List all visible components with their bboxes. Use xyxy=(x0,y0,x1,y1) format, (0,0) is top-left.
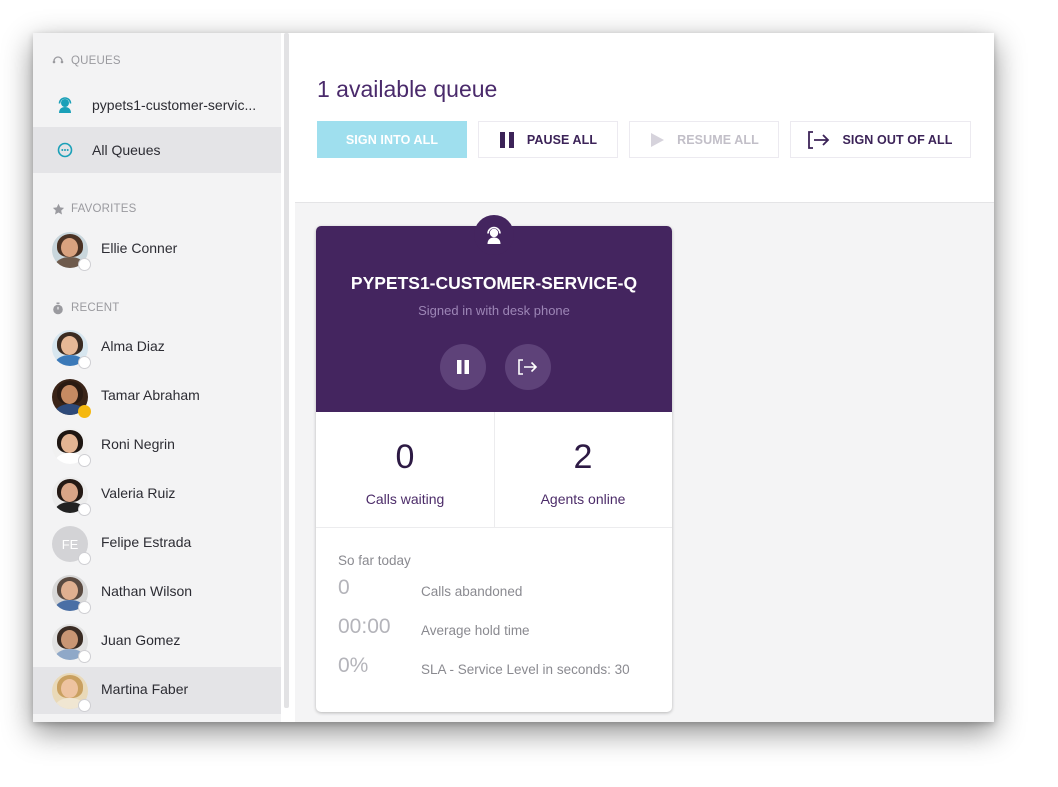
contact-name: Nathan Wilson xyxy=(101,583,193,599)
contact-name: Roni Negrin xyxy=(101,436,175,452)
sign-out-icon xyxy=(808,130,830,149)
favorites-section-header: FAVORITES xyxy=(51,201,137,217)
contact-name: Valeria Ruiz xyxy=(101,485,176,501)
sidebar-scrollbar[interactable] xyxy=(284,33,289,708)
sign-out-icon xyxy=(518,359,538,375)
pause-queue-button[interactable] xyxy=(440,344,486,390)
presence-indicator xyxy=(78,601,91,614)
calls-waiting-stat: 0 Calls waiting xyxy=(316,412,494,527)
pause-icon xyxy=(499,131,515,149)
contact-name: Ellie Conner xyxy=(101,240,178,256)
pause-icon xyxy=(457,360,469,374)
queue-item-label: pypets1-customer-servic... xyxy=(92,97,257,113)
calls-waiting-label: Calls waiting xyxy=(365,491,445,507)
queue-status: Signed in with desk phone xyxy=(418,303,570,318)
presence-indicator xyxy=(78,503,91,516)
recent-contact[interactable]: Nathan Wilson xyxy=(33,569,281,616)
sla-value: 0% xyxy=(338,654,369,677)
agents-online-label: Agents online xyxy=(540,491,626,507)
page-title: 1 available queue xyxy=(317,76,498,102)
recent-contact[interactable]: Valeria Ruiz xyxy=(33,471,281,518)
sign-out-of-all-button[interactable]: SIGN OUT OF ALL xyxy=(790,121,971,158)
presence-indicator xyxy=(78,699,91,712)
sign-into-all-button[interactable]: SIGN INTO ALL xyxy=(317,121,467,158)
recent-section-header: RECENT xyxy=(51,300,119,316)
recent-contact[interactable]: Roni Negrin xyxy=(33,422,281,469)
avg-hold-time-value: 00:00 xyxy=(338,615,391,638)
presence-indicator xyxy=(78,650,91,663)
favorite-contact[interactable]: Ellie Conner xyxy=(33,226,281,273)
calls-abandoned-row: 0 Calls abandoned xyxy=(338,576,658,602)
sidebar-item-all-queues[interactable]: All Queues xyxy=(33,127,281,173)
sla-label: SLA - Service Level in seconds: 30 xyxy=(421,662,630,677)
resume-all-label: RESUME ALL xyxy=(677,132,759,147)
presence-indicator xyxy=(78,552,91,565)
app-window: QUEUES pypets1-customer-servic... All Qu… xyxy=(33,33,994,722)
sidebar: QUEUES pypets1-customer-servic... All Qu… xyxy=(33,33,281,722)
contact-name: Alma Diaz xyxy=(101,338,165,354)
recent-contact[interactable]: Martina Faber xyxy=(33,667,281,714)
calls-abandoned-value: 0 xyxy=(338,576,350,599)
queue-card: PYPETS1-CUSTOMER-SERVICE-Q Signed in wit… xyxy=(316,215,672,712)
contact-name: Tamar Abraham xyxy=(101,387,200,403)
pause-all-button[interactable]: PAUSE ALL xyxy=(478,121,618,158)
recent-contact[interactable]: Alma Diaz xyxy=(33,324,281,371)
main-panel: 1 available queue SIGN INTO ALL PAUSE AL… xyxy=(295,33,994,722)
queues-section-header: QUEUES xyxy=(51,53,121,69)
sign-out-queue-button[interactable] xyxy=(505,344,551,390)
sign-into-all-label: SIGN INTO ALL xyxy=(345,132,439,147)
queue-name: PYPETS1-CUSTOMER-SERVICE-Q xyxy=(350,273,638,293)
recent-header-label: RECENT xyxy=(71,302,120,314)
recent-contact[interactable]: FE Felipe Estrada xyxy=(33,520,281,567)
card-divider xyxy=(316,527,672,528)
presence-indicator xyxy=(78,356,91,369)
recent-contact[interactable]: Tamar Abraham xyxy=(33,373,281,420)
agent-headset-icon xyxy=(55,95,75,115)
contact-name: Martina Faber xyxy=(101,681,189,697)
calls-abandoned-label: Calls abandoned xyxy=(421,584,523,599)
presence-indicator xyxy=(78,258,91,271)
stopwatch-icon xyxy=(51,301,65,315)
queues-header-label: QUEUES xyxy=(71,55,121,67)
recent-contact[interactable]: Juan Gomez xyxy=(33,618,281,665)
star-icon xyxy=(51,202,65,216)
today-title: So far today xyxy=(338,553,411,568)
contact-name: Juan Gomez xyxy=(101,632,181,648)
queue-card-header: PYPETS1-CUSTOMER-SERVICE-Q Signed in wit… xyxy=(316,215,672,412)
presence-indicator xyxy=(78,454,91,467)
play-icon xyxy=(649,132,665,148)
contact-name: Felipe Estrada xyxy=(101,534,192,550)
resume-all-button[interactable]: RESUME ALL xyxy=(629,121,779,158)
away-status-icon xyxy=(78,405,91,418)
avg-hold-time-label: Average hold time xyxy=(421,623,530,638)
agents-online-stat: 2 Agents online xyxy=(494,412,672,527)
chat-bubble-icon xyxy=(55,140,75,160)
sidebar-item-queue[interactable]: pypets1-customer-servic... xyxy=(33,83,281,127)
queues-icon xyxy=(51,54,65,68)
sign-out-of-all-label: SIGN OUT OF ALL xyxy=(842,132,953,147)
all-queues-label: All Queues xyxy=(92,142,161,158)
agents-online-count: 2 xyxy=(573,438,593,476)
pause-all-label: PAUSE ALL xyxy=(526,132,598,147)
sla-row: 0% SLA - Service Level in seconds: 30 xyxy=(338,654,658,680)
calls-waiting-count: 0 xyxy=(395,438,415,476)
agent-headset-icon xyxy=(474,215,514,255)
avg-hold-time-row: 00:00 Average hold time xyxy=(338,615,658,641)
favorites-header-label: FAVORITES xyxy=(71,203,137,215)
